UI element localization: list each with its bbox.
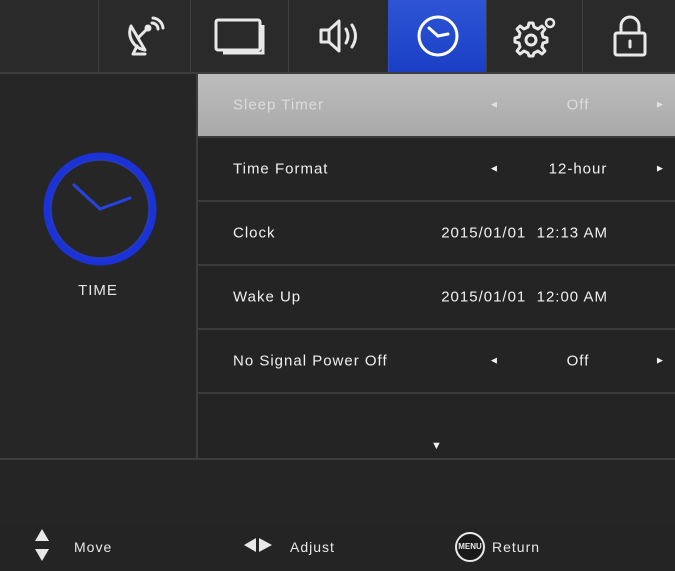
clock-icon: [415, 13, 461, 59]
footer-hints: Move Adjust MENU Return: [0, 522, 675, 571]
move-label: Move: [74, 538, 113, 555]
menu-item-sleep-timer[interactable]: Sleep Timer ◄ Off ►: [198, 74, 675, 138]
gear-icon: [512, 14, 558, 58]
menu-item-value: Off: [566, 352, 590, 370]
menu-item-clock[interactable]: Clock 2015/01/01 12:13 AM: [198, 202, 675, 266]
left-arrow-icon[interactable]: ◄: [489, 100, 500, 111]
right-arrow-icon[interactable]: ►: [655, 164, 666, 175]
adjust-label: Adjust: [290, 538, 335, 555]
tab-lock[interactable]: [582, 0, 675, 72]
left-arrow-icon[interactable]: ◄: [489, 356, 500, 367]
padlock-icon: [610, 14, 650, 58]
return-hint: MENU Return: [455, 522, 540, 571]
up-down-arrows-icon: [34, 527, 50, 566]
left-right-arrows-icon: [243, 538, 273, 555]
screen-icon: [213, 17, 267, 55]
tab-sound[interactable]: [288, 0, 389, 72]
move-hint: Move: [34, 522, 112, 571]
menu-button-icon: MENU: [455, 531, 485, 562]
speaker-icon: [317, 16, 361, 56]
tab-time[interactable]: [388, 0, 487, 72]
info-band: [0, 458, 675, 524]
menu-item-value: 2015/01/01 12:00 AM: [441, 288, 608, 306]
menu-item-label: Sleep Timer: [233, 96, 325, 114]
menu-item-label: Clock: [233, 224, 276, 242]
tab-channel[interactable]: [98, 0, 191, 72]
menu-item-value: Off: [566, 96, 590, 114]
right-arrow-icon[interactable]: ►: [655, 100, 666, 111]
return-label: Return: [492, 538, 541, 555]
menu-item-value: 2015/01/01 12:13 AM: [441, 224, 608, 242]
tab-picture[interactable]: [190, 0, 289, 72]
menu-tab-bar: [0, 0, 675, 74]
right-arrow-icon[interactable]: ►: [655, 356, 666, 367]
section-panel: TIME: [0, 74, 198, 458]
menu-item-no-signal-power-off[interactable]: No Signal Power Off ◄ Off ►: [198, 330, 675, 394]
menu-item-label: Time Format: [233, 160, 329, 178]
adjust-hint: Adjust: [243, 522, 335, 571]
menu-item-value: 12-hour: [548, 160, 608, 178]
tv-osd-screen: TIME Sleep Timer ◄ Off ► Time Format ◄ 1…: [0, 0, 675, 571]
menu-item-wake-up[interactable]: Wake Up 2015/01/01 12:00 AM: [198, 266, 675, 330]
menu-item-time-format[interactable]: Time Format ◄ 12-hour ►: [198, 138, 675, 202]
clock-icon: [40, 149, 160, 274]
time-settings-menu: Sleep Timer ◄ Off ► Time Format ◄ 12-hou…: [198, 74, 675, 458]
menu-item-label: Wake Up: [233, 288, 302, 306]
scroll-down-icon[interactable]: ▼: [431, 440, 442, 452]
section-title: TIME: [78, 282, 118, 299]
tab-setup[interactable]: [486, 0, 583, 72]
satellite-dish-icon: [123, 14, 167, 58]
left-arrow-icon[interactable]: ◄: [489, 164, 500, 175]
menu-item-label: No Signal Power Off: [233, 352, 388, 370]
